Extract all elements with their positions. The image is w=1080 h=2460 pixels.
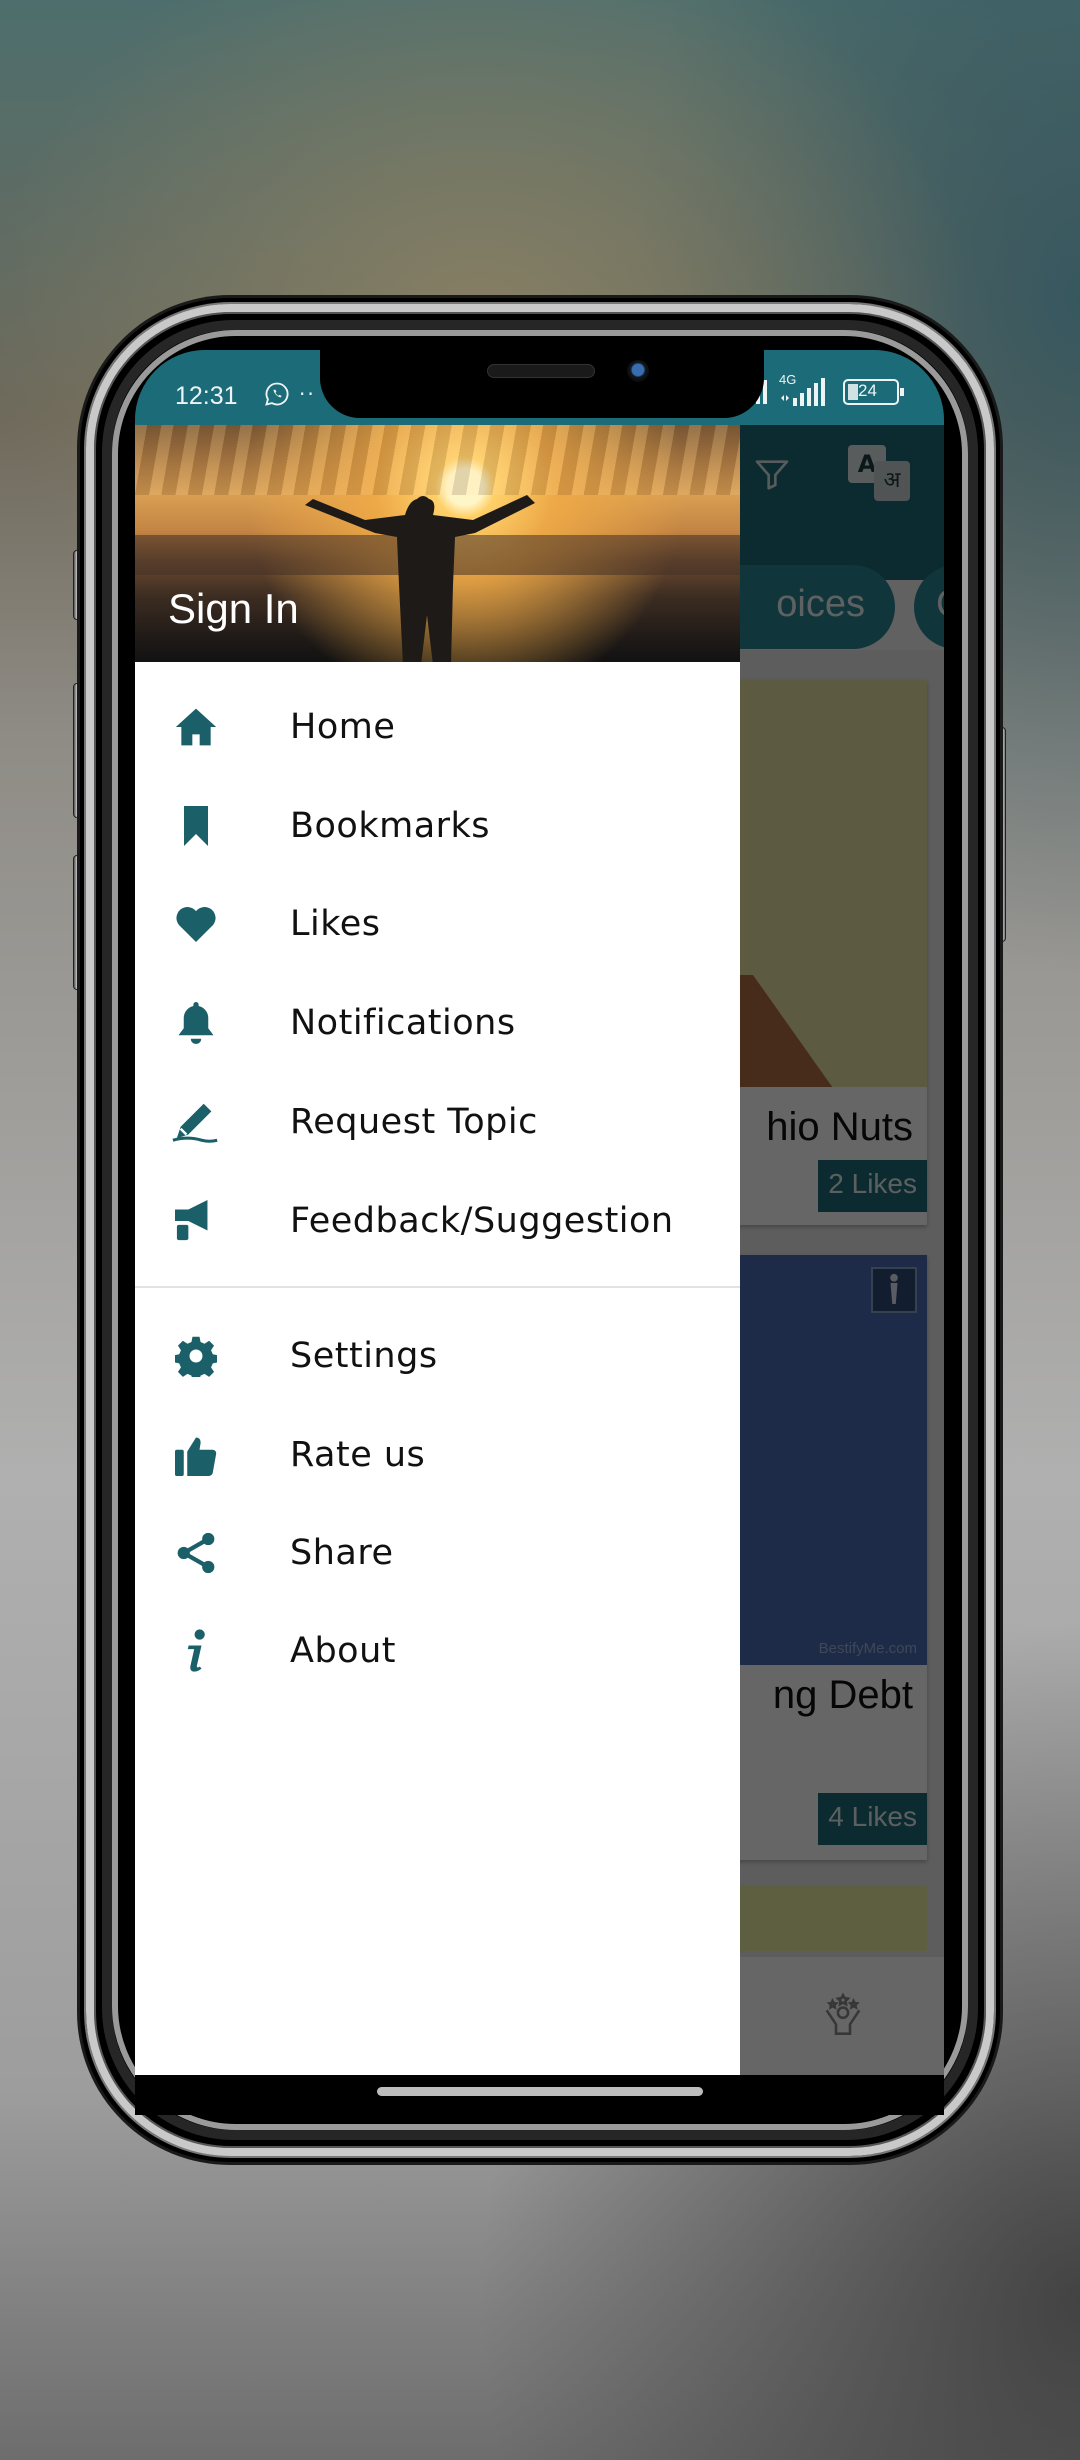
gear-icon — [171, 1331, 221, 1381]
pencil-icon — [171, 1097, 221, 1147]
heart-icon — [171, 899, 221, 949]
4g-signal-icon: 4G — [779, 372, 833, 406]
signal-icon — [747, 380, 769, 404]
menu-item-home[interactable]: Home — [135, 678, 740, 776]
menu-item-label: Notifications — [290, 1003, 516, 1043]
phone-screen: A अ oices C hio Nuts 2 Likes Best — [135, 350, 944, 2075]
drawer-header[interactable]: Sign In — [135, 425, 740, 662]
menu-item-about[interactable]: About — [135, 1602, 740, 1700]
menu-divider — [135, 1286, 740, 1288]
bookmark-icon — [171, 801, 221, 851]
menu-item-label: Home — [290, 707, 396, 747]
more-dots-icon: ·· — [299, 382, 316, 406]
menu-item-label: Settings — [290, 1336, 438, 1376]
home-icon — [171, 702, 221, 752]
status-time: 12:31 — [175, 382, 238, 410]
menu-item-likes[interactable]: Likes — [135, 875, 740, 973]
menu-item-request-topic[interactable]: Request Topic — [135, 1073, 740, 1171]
menu-item-label: Share — [290, 1533, 394, 1573]
navigation-drawer: Sign In Home Bookmarks Likes Notificatio… — [135, 425, 740, 2075]
menu-item-label: Feedback/Suggestion — [290, 1201, 674, 1241]
menu-item-label: Likes — [290, 904, 381, 944]
menu-item-label: Bookmarks — [290, 806, 491, 846]
menu-item-bookmarks[interactable]: Bookmarks — [135, 777, 740, 875]
thumbs-up-icon — [171, 1430, 221, 1480]
menu-item-rate-us[interactable]: Rate us — [135, 1406, 740, 1504]
menu-item-settings[interactable]: Settings — [135, 1307, 740, 1405]
bell-icon — [171, 998, 221, 1048]
home-indicator[interactable] — [377, 2087, 703, 2096]
menu-item-label: About — [290, 1631, 396, 1671]
menu-item-notifications[interactable]: Notifications — [135, 974, 740, 1072]
megaphone-icon — [171, 1196, 221, 1246]
menu-item-label: Rate us — [290, 1435, 426, 1475]
sign-in-link[interactable]: Sign In — [168, 585, 299, 633]
menu-item-share[interactable]: Share — [135, 1504, 740, 1602]
menu-item-feedback[interactable]: Feedback/Suggestion — [135, 1172, 740, 1270]
menu-item-label: Request Topic — [290, 1102, 538, 1142]
battery-icon: 24 — [843, 379, 904, 405]
share-icon — [171, 1528, 221, 1578]
whatsapp-icon — [263, 380, 291, 408]
header-image-silhouette — [305, 495, 535, 662]
status-bar: 12:31 ·· 4G 24 — [135, 350, 944, 425]
info-icon — [171, 1626, 221, 1676]
